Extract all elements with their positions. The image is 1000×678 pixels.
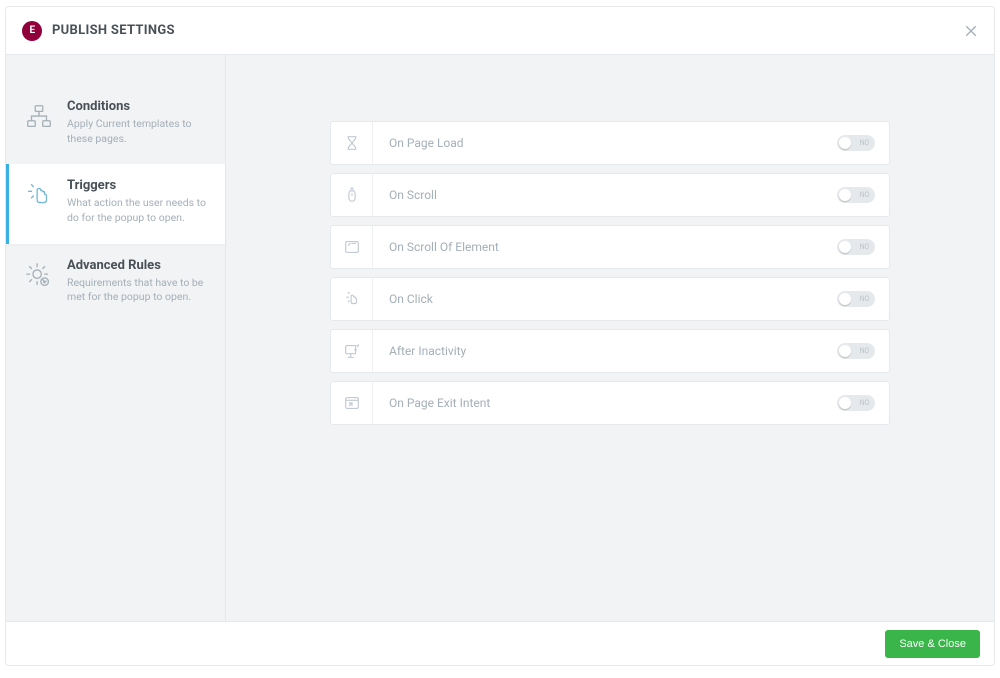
elementor-logo-icon: E — [22, 21, 42, 41]
trigger-row-on-scroll: On Scroll NO — [330, 173, 890, 217]
scroll-mouse-icon — [331, 174, 373, 216]
toggle-off-label: NO — [860, 295, 869, 303]
trigger-list: On Page Load NO On Scroll NO — [330, 121, 890, 425]
toggle-off-label: NO — [860, 191, 869, 199]
inactivity-icon — [331, 330, 373, 372]
trigger-row-page-load: On Page Load NO — [330, 121, 890, 165]
sidebar-item-title: Advanced Rules — [67, 258, 211, 273]
trigger-label: On Scroll Of Element — [373, 240, 837, 254]
toggle-on-scroll[interactable]: NO — [837, 187, 875, 203]
modal-footer: Save & Close — [6, 621, 994, 665]
gear-icon — [23, 260, 55, 292]
exit-intent-icon — [331, 382, 373, 424]
trigger-label: On Page Load — [373, 136, 837, 150]
content-pane: On Page Load NO On Scroll NO — [226, 55, 994, 621]
toggle-off-label: NO — [860, 243, 869, 251]
toggle-off-label: NO — [860, 139, 869, 147]
sidebar-item-desc: Requirements that have to be met for the… — [67, 276, 211, 305]
toggle-scroll-element[interactable]: NO — [837, 239, 875, 255]
trigger-row-scroll-element: On Scroll Of Element NO — [330, 225, 890, 269]
sidebar-item-conditions[interactable]: Conditions Apply Current templates to th… — [6, 85, 225, 164]
close-icon[interactable] — [964, 24, 978, 38]
click-gesture-icon — [23, 180, 55, 212]
sidebar-item-title: Conditions — [67, 99, 211, 114]
publish-settings-modal: E PUBLISH SETTINGS Conditions Apply C — [5, 6, 995, 666]
sidebar-item-triggers[interactable]: Triggers What action the user needs to d… — [6, 164, 225, 243]
trigger-label: On Scroll — [373, 188, 837, 202]
trigger-label: On Click — [373, 292, 837, 306]
sidebar-item-desc: Apply Current templates to these pages. — [67, 117, 211, 146]
toggle-page-load[interactable]: NO — [837, 135, 875, 151]
toggle-off-label: NO — [860, 347, 869, 355]
sidebar: Conditions Apply Current templates to th… — [6, 55, 226, 621]
toggle-off-label: NO — [860, 399, 869, 407]
sidebar-item-desc: What action the user needs to do for the… — [67, 196, 211, 225]
toggle-exit-intent[interactable]: NO — [837, 395, 875, 411]
modal-header: E PUBLISH SETTINGS — [6, 7, 994, 55]
trigger-row-after-inactivity: After Inactivity NO — [330, 329, 890, 373]
modal-title: PUBLISH SETTINGS — [52, 23, 175, 38]
modal-body: Conditions Apply Current templates to th… — [6, 55, 994, 621]
sidebar-item-title: Triggers — [67, 178, 211, 193]
sitemap-icon — [23, 101, 55, 133]
trigger-label: On Page Exit Intent — [373, 396, 837, 410]
trigger-label: After Inactivity — [373, 344, 837, 358]
trigger-row-on-click: On Click NO — [330, 277, 890, 321]
hourglass-icon — [331, 122, 373, 164]
toggle-after-inactivity[interactable]: NO — [837, 343, 875, 359]
save-and-close-button[interactable]: Save & Close — [885, 630, 980, 658]
sidebar-item-advanced-rules[interactable]: Advanced Rules Requirements that have to… — [6, 244, 225, 323]
scroll-element-icon — [331, 226, 373, 268]
trigger-row-exit-intent: On Page Exit Intent NO — [330, 381, 890, 425]
click-icon — [331, 278, 373, 320]
toggle-on-click[interactable]: NO — [837, 291, 875, 307]
